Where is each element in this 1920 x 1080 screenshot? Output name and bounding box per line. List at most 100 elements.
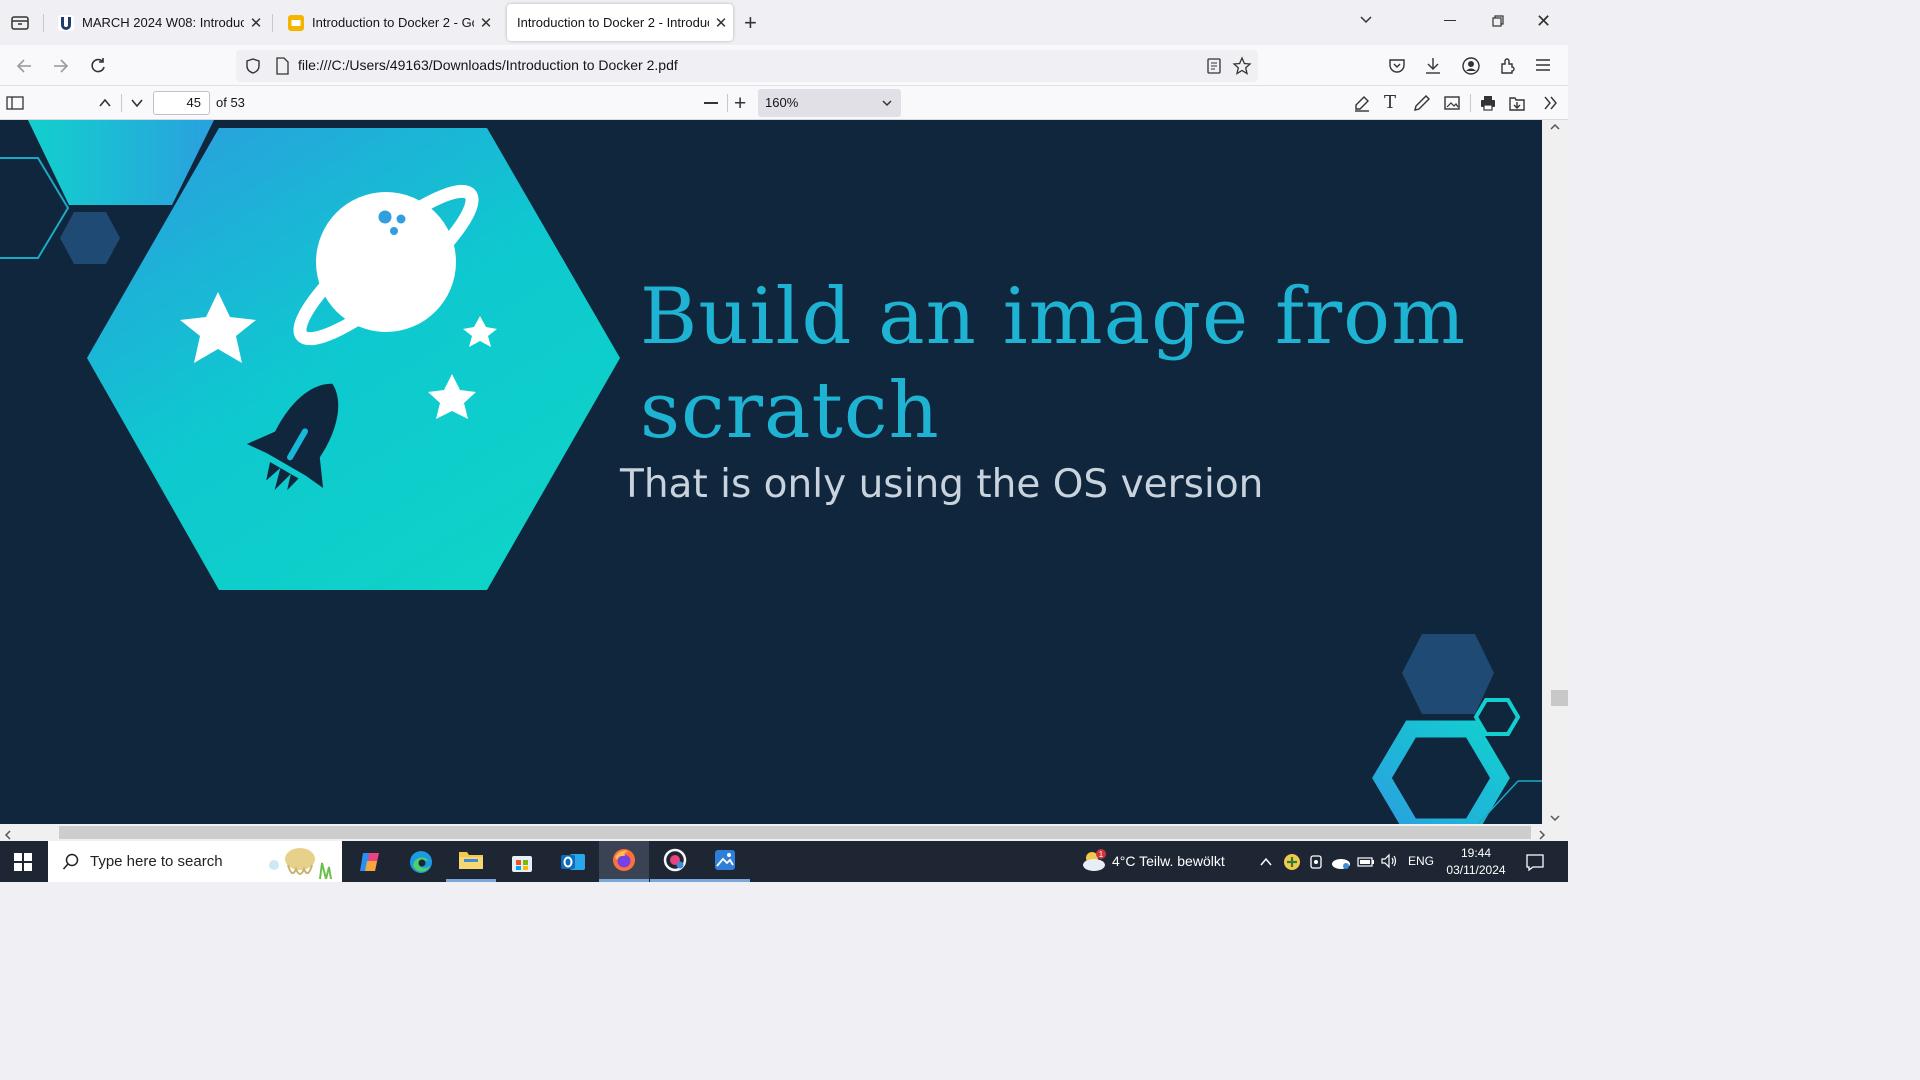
weather-icon[interactable]: 1 <box>1080 848 1108 879</box>
tab-separator <box>272 14 273 32</box>
taskbar-file-explorer[interactable] <box>446 841 496 882</box>
vertical-scrollbar[interactable] <box>1542 120 1568 824</box>
tab-pdf-viewer[interactable]: Introduction to Docker 2 - Introduction … <box>507 4 733 41</box>
text-icon[interactable]: T <box>1384 92 1396 113</box>
toolbar-separator <box>1470 94 1471 112</box>
next-page-icon[interactable] <box>129 95 145 116</box>
decor-hex-dark <box>1402 634 1494 714</box>
taskbar-outlook[interactable] <box>548 841 598 882</box>
university-logo-icon <box>58 14 74 31</box>
shield-icon[interactable] <box>244 57 262 80</box>
print-icon[interactable] <box>1479 94 1497 117</box>
taskbar-search[interactable]: Type here to search <box>48 841 342 882</box>
previous-page-icon[interactable] <box>97 95 113 116</box>
horizontal-scrollbar[interactable] <box>0 824 1568 841</box>
taskbar-firefox[interactable] <box>599 841 649 882</box>
taskbar-store[interactable] <box>497 841 547 882</box>
taskbar-copilot[interactable] <box>345 841 395 882</box>
weather-badge: 1 <box>1099 850 1104 859</box>
firefox-icon <box>613 849 635 871</box>
list-all-tabs-icon[interactable] <box>1358 12 1374 33</box>
decor-hex-ring-small <box>1473 698 1521 736</box>
zoom-value: 160% <box>765 95 799 110</box>
reader-icon[interactable] <box>1206 57 1222 80</box>
windows-start-icon[interactable] <box>14 853 32 876</box>
navigation-toolbar: file:///C:/Users/49163/Downloads/Introdu… <box>0 45 1568 86</box>
notifications-icon[interactable] <box>1525 852 1545 877</box>
account-icon[interactable] <box>1461 56 1481 81</box>
photos-icon <box>715 850 735 870</box>
page-icon[interactable] <box>274 57 290 80</box>
toolbar-separator <box>727 94 728 112</box>
language-indicator[interactable]: ENG <box>1408 854 1434 868</box>
close-tab-icon[interactable]: ✕ <box>244 14 268 32</box>
search-placeholder: Type here to search <box>90 853 223 870</box>
copilot-icon <box>360 852 379 871</box>
store-icon <box>512 855 532 872</box>
slide-title: Build an image from scratch <box>640 272 1467 456</box>
minimize-icon[interactable] <box>1444 20 1456 21</box>
zoom-select[interactable]: 160% <box>758 89 901 117</box>
slide-subtitle: That is only using the OS version <box>620 462 1264 507</box>
tab-google-slides[interactable]: Introduction to Docker 2 - Google Slides… <box>276 4 498 41</box>
restore-icon[interactable] <box>1491 14 1505 33</box>
google-slides-icon <box>288 14 304 31</box>
decor-hex-ring-large <box>1372 720 1510 824</box>
tray-app-icon[interactable] <box>1283 853 1301 876</box>
close-tab-icon[interactable]: ✕ <box>474 14 498 32</box>
close-tab-icon[interactable]: ✕ <box>709 14 733 32</box>
forward-icon[interactable] <box>51 56 71 81</box>
back-icon[interactable] <box>14 56 34 81</box>
onedrive-icon[interactable] <box>1330 854 1352 875</box>
tools-overflow-icon[interactable] <box>1542 94 1560 117</box>
tab-march-2024[interactable]: MARCH 2024 W08: Introduction ✕ <box>46 4 268 41</box>
meet-now-icon[interactable] <box>1308 853 1324 876</box>
folder-icon <box>459 852 483 869</box>
menu-icon[interactable] <box>1535 58 1551 77</box>
search-highlight-icon <box>266 845 336 884</box>
download-icon[interactable] <box>1424 56 1442 81</box>
extensions-icon[interactable] <box>1498 56 1518 81</box>
edge-icon <box>410 850 432 873</box>
star-icon[interactable] <box>1232 56 1252 81</box>
url-bar[interactable]: file:///C:/Users/49163/Downloads/Introdu… <box>236 50 1258 82</box>
weather-text[interactable]: 4°C Teilw. bewölkt <box>1112 853 1225 869</box>
chat-app-icon <box>663 848 687 872</box>
tab-separator <box>43 14 44 32</box>
taskbar-edge[interactable] <box>396 841 446 882</box>
taskbar-app-chat[interactable] <box>650 841 700 882</box>
clock-date: 03/11/2024 <box>1446 863 1506 877</box>
clock[interactable]: 19:44 03/11/2024 <box>1436 845 1516 879</box>
search-icon <box>62 853 80 876</box>
volume-icon[interactable] <box>1380 853 1398 874</box>
url-text[interactable]: file:///C:/Users/49163/Downloads/Introdu… <box>298 57 678 73</box>
save-icon[interactable] <box>1508 94 1526 117</box>
tab-title: Introduction to Docker 2 - Google Slides <box>312 15 474 30</box>
decor-hex-small <box>60 212 120 264</box>
page-number-input[interactable]: 45 <box>153 91 210 115</box>
show-hidden-icons-icon[interactable] <box>1259 855 1273 873</box>
tab-list-icon[interactable] <box>8 12 32 34</box>
pocket-icon[interactable] <box>1388 57 1406 80</box>
close-window-icon[interactable]: ✕ <box>1536 11 1551 32</box>
tab-strip: MARCH 2024 W08: Introduction ✕ Introduct… <box>0 0 1568 45</box>
scroll-up-icon[interactable] <box>1550 122 1560 135</box>
image-icon[interactable] <box>1443 94 1461 117</box>
draw-icon[interactable] <box>1413 94 1431 117</box>
windows-taskbar: Type here to search 1 4°C Teilw. bewölkt <box>0 841 1568 882</box>
highlight-icon[interactable] <box>1353 94 1371 117</box>
taskbar-photos[interactable] <box>700 841 750 882</box>
pdf-toolbar: 45 of 53 + 160% T <box>0 86 1568 120</box>
tab-title: MARCH 2024 W08: Introduction <box>82 15 244 30</box>
battery-icon[interactable] <box>1357 855 1375 873</box>
zoom-out-icon[interactable] <box>704 102 718 104</box>
sidebar-icon[interactable] <box>6 95 24 116</box>
outlook-icon <box>561 853 585 870</box>
new-tab-icon[interactable]: + <box>744 10 757 36</box>
reload-icon[interactable] <box>88 56 108 81</box>
pdf-page: Build an image from scratch That is only… <box>0 120 1542 824</box>
zoom-in-icon[interactable]: + <box>734 92 746 116</box>
scroll-thumb[interactable] <box>1551 690 1568 706</box>
clock-time: 19:44 <box>1460 846 1492 860</box>
scroll-thumb[interactable] <box>59 826 1531 839</box>
